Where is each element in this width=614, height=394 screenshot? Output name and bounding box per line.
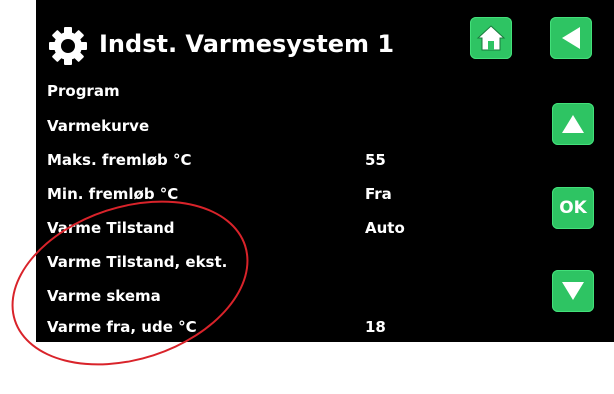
- page-title: Indst. Varmesystem 1: [99, 30, 395, 58]
- list-item-varme-skema[interactable]: Varme skema: [47, 286, 161, 306]
- list-item-program[interactable]: Program: [47, 81, 120, 101]
- list-item-varme-tilstand[interactable]: Varme Tilstand: [47, 218, 175, 238]
- arrow-down-icon: [562, 282, 584, 300]
- ok-button[interactable]: OK: [552, 187, 594, 229]
- list-item-varme-fra-ude[interactable]: Varme fra, ude °C: [47, 317, 197, 337]
- gear-icon: [49, 27, 87, 65]
- back-arrow-icon: [562, 27, 580, 49]
- scroll-down-button[interactable]: [552, 270, 594, 312]
- varme-fra-ude-value: 18: [365, 318, 386, 336]
- varme-tilstand-value: Auto: [365, 219, 405, 237]
- list-item-varme-tilstand-ekst[interactable]: Varme Tilstand, ekst.: [47, 252, 227, 272]
- back-button[interactable]: [550, 17, 592, 59]
- list-item-min-fremlob[interactable]: Min. fremløb °C: [47, 184, 178, 204]
- list-item-varmekurve[interactable]: Varmekurve: [47, 116, 149, 136]
- list-item-maks-fremlob[interactable]: Maks. fremløb °C: [47, 150, 192, 170]
- home-button[interactable]: [470, 17, 512, 59]
- scroll-up-button[interactable]: [552, 103, 594, 145]
- min-fremlob-value: Fra: [365, 185, 392, 203]
- home-icon: [476, 25, 506, 51]
- maks-fremlob-value: 55: [365, 151, 386, 169]
- arrow-up-icon: [562, 115, 584, 133]
